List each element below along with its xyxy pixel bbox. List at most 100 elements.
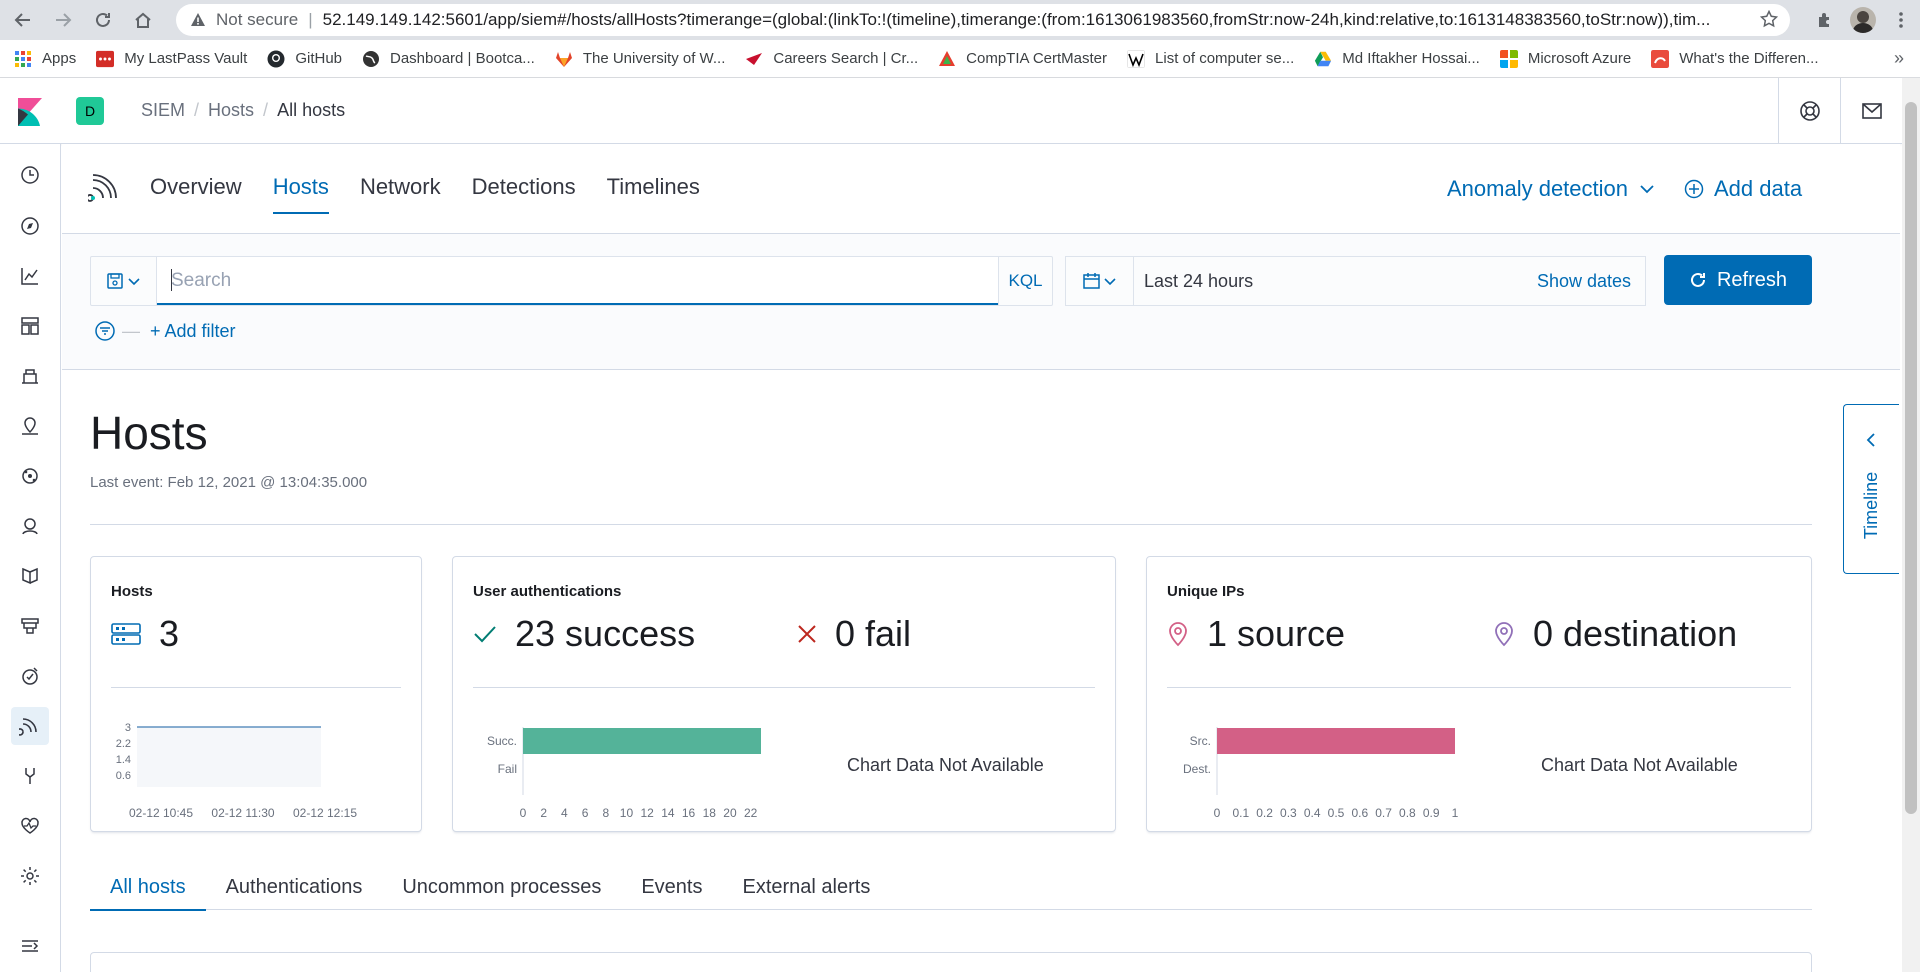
breadcrumb-separator: / bbox=[263, 100, 269, 120]
security-label[interactable]: Not secure bbox=[216, 10, 298, 30]
add-data-button[interactable]: Add data bbox=[1684, 176, 1802, 202]
dashboard-icon[interactable] bbox=[11, 307, 49, 345]
auth-bar-chart: Succ. Fail 0 2 4 6 8 10 12 14 16 18 20 22 bbox=[487, 727, 761, 820]
x-tick-label: 18 bbox=[703, 806, 717, 820]
scrollbar-thumb[interactable] bbox=[1905, 102, 1917, 814]
tab-network[interactable]: Network bbox=[360, 174, 441, 214]
back-icon[interactable] bbox=[6, 3, 40, 37]
bookmarks-overflow-icon[interactable]: » bbox=[1894, 48, 1904, 69]
url-text[interactable]: 52.149.149.142:5601/app/siem#/hosts/allH… bbox=[323, 10, 1723, 30]
recently-viewed-clock-icon[interactable] bbox=[11, 156, 49, 194]
timeline-flyout-button[interactable]: Timeline bbox=[1843, 404, 1899, 574]
siem-subnav: Overview Hosts Network Detections Timeli… bbox=[62, 144, 1900, 234]
siem-nav-icon[interactable] bbox=[11, 707, 49, 745]
tab-overview[interactable]: Overview bbox=[150, 174, 242, 214]
graph-icon[interactable] bbox=[11, 507, 49, 545]
quick-select-button[interactable] bbox=[1066, 257, 1134, 305]
separator: | bbox=[308, 10, 313, 29]
x-tick-label: 0.9 bbox=[1423, 806, 1440, 820]
map-marker-destination-icon bbox=[1493, 621, 1515, 647]
date-range-label[interactable]: Last 24 hours bbox=[1144, 271, 1253, 292]
x-tick-label: 14 bbox=[661, 806, 675, 820]
maps-icon[interactable] bbox=[11, 407, 49, 445]
filter-options-icon[interactable] bbox=[94, 320, 116, 342]
tab-all-hosts[interactable]: All hosts bbox=[90, 864, 206, 911]
bookmark-label: List of computer se... bbox=[1155, 50, 1295, 67]
tab-uncommon-processes[interactable]: Uncommon processes bbox=[382, 864, 621, 910]
y-tick-label: 3 bbox=[125, 722, 131, 734]
show-dates-button[interactable]: Show dates bbox=[1537, 271, 1631, 292]
kibana-logo-icon[interactable] bbox=[18, 98, 42, 126]
bookmark-azure[interactable]: Microsoft Azure bbox=[1499, 45, 1637, 73]
visualize-chart-icon[interactable] bbox=[11, 257, 49, 295]
category-label: Fail bbox=[498, 762, 517, 776]
forward-icon[interactable] bbox=[46, 3, 80, 37]
search-placeholder: Search bbox=[171, 270, 232, 291]
discover-compass-icon[interactable] bbox=[11, 207, 49, 245]
x-tick-label: 12 bbox=[640, 806, 654, 820]
divider bbox=[90, 524, 1812, 525]
stack-monitoring-icon[interactable] bbox=[11, 807, 49, 845]
warning-icon[interactable] bbox=[190, 12, 206, 28]
auth-success-value: 23 success bbox=[515, 613, 696, 654]
profile-avatar[interactable] bbox=[1844, 0, 1882, 40]
bookmark-star-icon[interactable] bbox=[1760, 10, 1778, 28]
search-input[interactable]: Search bbox=[157, 257, 998, 305]
management-gear-icon[interactable] bbox=[11, 857, 49, 895]
bookmark-careers[interactable]: Careers Search | Cr... bbox=[745, 45, 924, 73]
bookmark-gitlab[interactable]: The University of W... bbox=[555, 45, 732, 73]
add-filter-button[interactable]: + Add filter bbox=[150, 321, 236, 342]
panel-divider bbox=[111, 687, 401, 688]
metrics-icon[interactable] bbox=[11, 557, 49, 595]
kql-toggle-button[interactable]: KQL bbox=[998, 257, 1052, 305]
bookmark-difference[interactable]: What's the Differen... bbox=[1651, 45, 1824, 73]
x-tick-label: 0.4 bbox=[1304, 806, 1321, 820]
uptime-icon[interactable] bbox=[11, 657, 49, 695]
breadcrumb-hosts[interactable]: Hosts bbox=[208, 100, 254, 121]
saved-query-button[interactable] bbox=[91, 257, 157, 305]
filter-divider: — bbox=[122, 320, 140, 341]
bookmark-apps[interactable]: Apps bbox=[14, 45, 82, 73]
auth-area-chart-empty: Chart Data Not Available bbox=[847, 755, 1044, 775]
anomaly-detection-button[interactable]: Anomaly detection bbox=[1447, 176, 1654, 202]
logs-icon[interactable] bbox=[11, 607, 49, 645]
space-avatar[interactable]: D bbox=[76, 97, 104, 125]
address-bar[interactable]: Not secure | 52.149.149.142:5601/app/sie… bbox=[176, 4, 1790, 36]
tab-external-alerts[interactable]: External alerts bbox=[722, 864, 890, 910]
bookmark-wikipedia[interactable]: List of computer se... bbox=[1127, 45, 1300, 73]
refresh-button[interactable]: Refresh bbox=[1664, 255, 1812, 305]
bookmark-bootcamp[interactable]: Dashboard | Bootca... bbox=[362, 45, 541, 73]
page-scrollbar[interactable] bbox=[1902, 78, 1920, 972]
bookmark-label: Dashboard | Bootca... bbox=[390, 50, 535, 67]
canvas-icon[interactable] bbox=[11, 357, 49, 395]
siem-tabs: Overview Hosts Network Detections Timeli… bbox=[150, 174, 731, 214]
tab-timelines[interactable]: Timelines bbox=[607, 174, 700, 214]
ips-source-stat: 1 source bbox=[1167, 613, 1345, 655]
x-tick-label: 4 bbox=[561, 806, 568, 820]
home-icon[interactable] bbox=[126, 3, 160, 37]
dev-tools-icon[interactable] bbox=[11, 757, 49, 795]
tab-events[interactable]: Events bbox=[621, 864, 722, 910]
calendar-icon bbox=[1082, 273, 1116, 289]
machine-learning-icon[interactable] bbox=[11, 457, 49, 495]
bookmark-comptia[interactable]: CompTIA CertMaster bbox=[938, 45, 1113, 73]
reload-icon[interactable] bbox=[86, 3, 120, 37]
bookmark-label: What's the Differen... bbox=[1679, 50, 1819, 67]
bookmark-drive[interactable]: Md Iftakher Hossai... bbox=[1314, 45, 1486, 73]
collapse-nav-icon[interactable] bbox=[11, 927, 49, 965]
more-menu-icon[interactable] bbox=[1882, 0, 1920, 40]
extensions-icon[interactable] bbox=[1806, 0, 1844, 40]
bookmark-lastpass[interactable]: My LastPass Vault bbox=[96, 45, 253, 73]
bookmark-github[interactable]: GitHub bbox=[267, 45, 348, 73]
last-event-text: Last event: Feb 12, 2021 @ 13:04:35.000 bbox=[90, 474, 368, 491]
breadcrumb-siem[interactable]: SIEM bbox=[141, 100, 185, 121]
auth-fail-value: 0 fail bbox=[835, 613, 912, 654]
tab-detections[interactable]: Detections bbox=[472, 174, 576, 214]
tab-hosts[interactable]: Hosts bbox=[272, 174, 330, 214]
comptia-icon bbox=[939, 50, 956, 66]
help-icon[interactable] bbox=[1778, 78, 1840, 144]
tab-authentications[interactable]: Authentications bbox=[206, 864, 383, 910]
newsfeed-mail-icon[interactable] bbox=[1840, 78, 1902, 144]
ips-area-chart-empty: Chart Data Not Available bbox=[1541, 755, 1738, 775]
chevron-down-icon bbox=[1640, 184, 1654, 194]
